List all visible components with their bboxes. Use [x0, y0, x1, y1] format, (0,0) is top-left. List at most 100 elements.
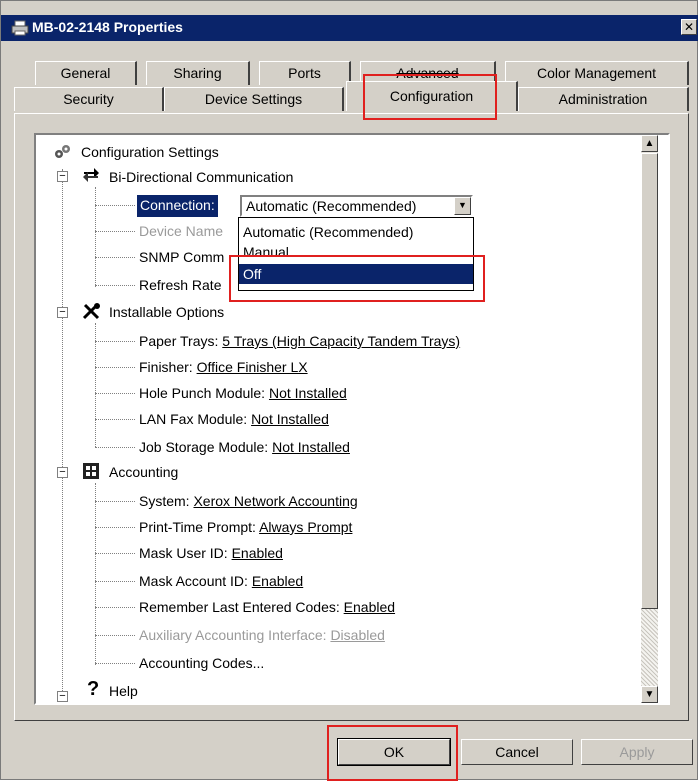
tree-line [95, 607, 135, 608]
tab-label: Sharing [173, 65, 222, 81]
setting-label: Remember Last Entered Codes: [139, 599, 340, 615]
tree-line [95, 447, 135, 448]
tree-node-lan-fax[interactable]: LAN Fax Module: Not Installed [139, 409, 329, 429]
setting-label: Auxiliary Accounting Interface: [139, 627, 327, 643]
window-title: MB-02-2148 Properties [32, 19, 183, 35]
tree-node-bidi[interactable]: Bi-Directional Communication [109, 167, 293, 187]
scroll-down-button[interactable]: ▼ [641, 686, 658, 703]
tab-security[interactable]: Security [14, 87, 164, 111]
tree-line [95, 187, 96, 287]
scroll-up-button[interactable]: ▲ [641, 135, 658, 152]
setting-value: Enabled [231, 545, 283, 561]
annotation-highlight-off-option [229, 255, 485, 302]
tree-line [95, 553, 135, 554]
tab-administration[interactable]: Administration [518, 87, 689, 111]
bidi-arrows-icon [81, 165, 101, 185]
tab-general[interactable]: General [35, 61, 137, 85]
tree-line [95, 635, 135, 636]
tree-line [95, 285, 135, 286]
collapse-icon[interactable]: − [57, 307, 68, 318]
close-icon: ✕ [683, 20, 695, 34]
setting-value: Enabled [251, 573, 304, 589]
setting-value: Disabled [330, 627, 385, 643]
setting-value: Xerox Network Accounting [193, 493, 358, 509]
setting-label: Finisher: [139, 359, 193, 375]
tab-label: Ports [288, 65, 321, 81]
expand-icon[interactable]: − [57, 691, 68, 702]
tree-node-system[interactable]: System: Xerox Network Accounting [139, 491, 358, 511]
connection-label[interactable]: Connection: [137, 195, 218, 217]
tree-line [95, 483, 96, 665]
tree-node-print-time-prompt[interactable]: Print-Time Prompt: Always Prompt [139, 517, 352, 537]
tree-node-finisher[interactable]: Finisher: Office Finisher LX [139, 357, 308, 377]
tree-line [95, 341, 135, 342]
collapse-icon[interactable]: − [57, 467, 68, 478]
tab-label: General [60, 65, 111, 81]
scroll-down-icon: ▼ [644, 689, 655, 700]
dropdown-option-automatic[interactable]: Automatic (Recommended) [239, 222, 473, 242]
settings-icon [53, 143, 73, 163]
help-icon: ? [87, 678, 100, 700]
apply-button[interactable]: Apply [581, 739, 693, 765]
tree-node-help[interactable]: Help [109, 681, 138, 701]
close-button[interactable]: ✕ [681, 19, 697, 35]
printer-icon [11, 20, 29, 36]
tab-label: Color Management [536, 65, 657, 81]
tree-node-remember-codes[interactable]: Remember Last Entered Codes: Enabled [139, 597, 395, 617]
setting-value: Always Prompt [259, 519, 353, 535]
setting-label: Hole Punch Module: [139, 385, 266, 401]
chevron-down-icon[interactable]: ▼ [454, 197, 471, 215]
tab-label: Administration [558, 91, 648, 107]
tree-line [62, 169, 63, 691]
scroll-thumb[interactable] [641, 153, 658, 609]
annotation-highlight-ok-button [327, 725, 458, 781]
scroll-track[interactable] [641, 609, 658, 686]
tree-line [95, 663, 135, 664]
tree-node-accounting-codes[interactable]: Accounting Codes... [139, 653, 264, 673]
tree-node-accounting[interactable]: Accounting [109, 462, 178, 482]
tab-ports[interactable]: Ports [259, 61, 351, 85]
setting-label: LAN Fax Module: [139, 411, 248, 427]
tree-node-mask-account-id[interactable]: Mask Account ID: Enabled [139, 571, 303, 591]
setting-label: Mask Account ID: [139, 573, 248, 589]
cancel-button[interactable]: Cancel [461, 739, 573, 765]
tree-node-paper-trays[interactable]: Paper Trays: 5 Trays (High Capacity Tand… [139, 331, 460, 351]
tree-node-installable-options[interactable]: Installable Options [109, 302, 224, 322]
scroll-up-icon: ▲ [644, 138, 655, 149]
tree-line [95, 393, 135, 394]
tree-node-refresh-rate[interactable]: Refresh Rate [139, 275, 221, 295]
tree-node-mask-user-id[interactable]: Mask User ID: Enabled [139, 543, 283, 563]
tree-scrollbar[interactable]: ▲ ▼ [641, 135, 658, 703]
tree-line [95, 367, 135, 368]
tree-line [95, 231, 135, 232]
annotation-highlight-configuration-tab [363, 74, 497, 120]
tree-node-hole-punch[interactable]: Hole Punch Module: Not Installed [139, 383, 347, 403]
connection-select[interactable]: Automatic (Recommended) ▼ [240, 195, 473, 217]
setting-value: Not Installed [272, 439, 350, 455]
tree-node-aux-accounting[interactable]: Auxiliary Accounting Interface: Disabled [139, 625, 385, 645]
setting-value: 5 Trays (High Capacity Tandem Trays) [222, 333, 461, 349]
tree-node-job-storage[interactable]: Job Storage Module: Not Installed [139, 437, 350, 457]
tree-node-snmp[interactable]: SNMP Comm [139, 247, 224, 267]
tools-icon [81, 301, 103, 321]
setting-label: Paper Trays: [139, 333, 219, 349]
tab-color-management[interactable]: Color Management [505, 61, 689, 85]
tab-device-settings[interactable]: Device Settings [164, 87, 344, 111]
collapse-icon[interactable]: − [57, 171, 68, 182]
tree-line [95, 205, 135, 206]
setting-label: Print-Time Prompt: [139, 519, 256, 535]
setting-label: Mask User ID: [139, 545, 228, 561]
setting-value: Office Finisher LX [196, 359, 308, 375]
tree-node-device-name[interactable]: Device Name [139, 221, 223, 241]
properties-dialog: MB-02-2148 Properties ✕ General Sharing … [0, 0, 698, 781]
tab-sharing[interactable]: Sharing [146, 61, 250, 85]
setting-value: Not Installed [251, 411, 329, 427]
tree-line [95, 581, 135, 582]
tab-label: Security [63, 91, 114, 107]
tree-root-label: Configuration Settings [81, 144, 219, 160]
title-bar[interactable]: MB-02-2148 Properties ✕ [1, 15, 698, 41]
accounting-icon [81, 461, 101, 481]
setting-value: Not Installed [268, 385, 347, 401]
tree-line [95, 501, 135, 502]
setting-value: Enabled [343, 599, 396, 615]
